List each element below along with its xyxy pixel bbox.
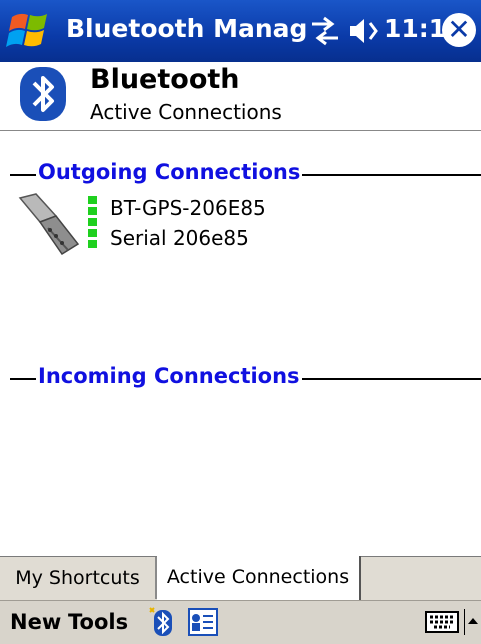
incoming-connections-group: Incoming Connections [0,364,481,394]
incoming-connections-label: Incoming Connections [36,364,302,388]
page-subtitle: Active Connections [90,100,282,124]
input-panel-arrow-icon[interactable] [464,609,481,635]
connection-item-bt-gps[interactable]: BT-GPS-206E85 [110,196,266,220]
page-title: Bluetooth [90,64,240,95]
serial-port-icon [16,192,82,260]
menu-bar: New Tools [0,600,481,644]
group-line-right [290,174,481,176]
group-line-left [10,378,36,380]
bluetooth-tray-icon[interactable] [148,606,176,638]
group-line-right [294,378,481,380]
windows-flag-icon [6,13,47,47]
keyboard-icon[interactable] [424,609,460,635]
signal-strength-icon [88,196,98,251]
outgoing-connections-group: Outgoing Connections [0,160,481,190]
tools-menu[interactable]: Tools [68,610,128,634]
tab-active-connections[interactable]: Active Connections [157,556,361,600]
new-menu[interactable]: New [10,610,61,634]
window-title: Bluetooth Manage [66,14,306,43]
connection-item-serial[interactable]: Serial 206e85 [110,226,249,250]
connectivity-icon[interactable] [308,14,342,48]
start-menu-button[interactable] [6,5,58,57]
tab-my-shortcuts[interactable]: My Shortcuts [0,557,157,599]
bluetooth-icon [16,65,74,123]
header-divider [0,130,481,131]
title-bar: Bluetooth Manage 11:15 ✕ [0,0,481,62]
tab-bar: My Shortcuts Active Connections [0,556,481,601]
outgoing-connections-label: Outgoing Connections [36,160,303,184]
close-button[interactable]: ✕ [442,13,476,47]
contact-card-icon[interactable] [188,608,218,636]
group-line-left [10,174,36,176]
speaker-icon[interactable] [346,15,382,47]
